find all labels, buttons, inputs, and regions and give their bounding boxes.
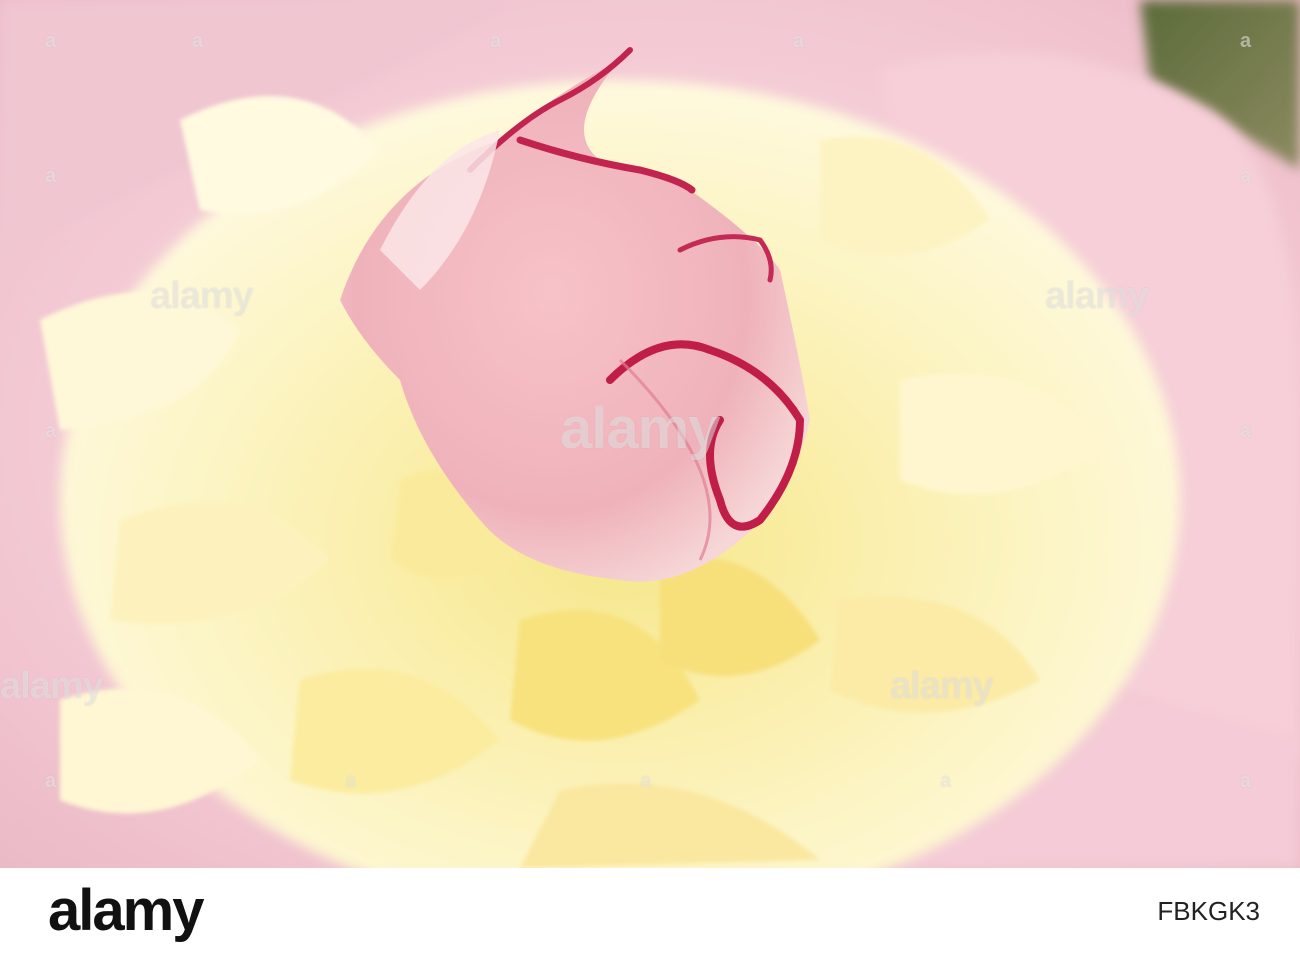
peony-illustration [0, 0, 1300, 868]
footer-bar: alamy FBKGK3 [0, 868, 1300, 956]
image-id: FBKGK3 [1157, 896, 1260, 926]
alamy-logo: alamy [48, 878, 204, 943]
peony-photo: alamy alamy alamy alamy alamy a a a a a … [0, 0, 1300, 868]
